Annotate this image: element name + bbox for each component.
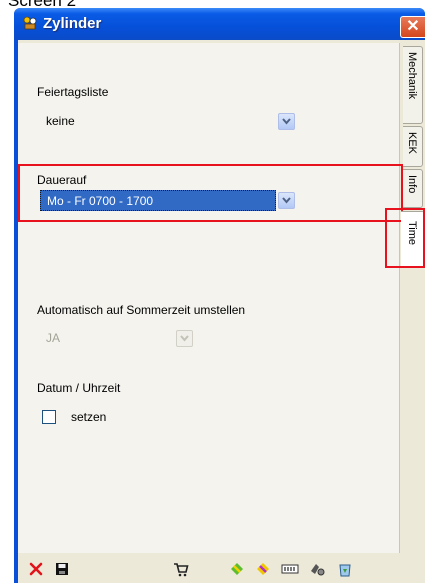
tab-kek[interactable]: KEK — [403, 126, 423, 167]
zylinder-window: Zylinder ✕ Feiertagsliste keine Dauerauf… — [14, 8, 425, 583]
transfer-green-icon[interactable] — [228, 560, 246, 578]
holiday-list-label: Feiertagsliste — [37, 85, 109, 99]
dst-value: JA — [46, 331, 61, 345]
window-client: Feiertagsliste keine Dauerauf Mo - Fr 07… — [18, 40, 425, 583]
set-datetime-label: setzen — [71, 410, 107, 424]
dst-label: Automatisch auf Sommerzeit umstellen — [37, 303, 246, 317]
save-icon[interactable] — [53, 560, 71, 578]
datetime-label: Datum / Uhrzeit — [37, 381, 121, 395]
title-bar: Zylinder ✕ — [14, 8, 425, 40]
app-icon — [23, 16, 37, 30]
time-panel: Feiertagsliste keine Dauerauf Mo - Fr 07… — [18, 43, 403, 553]
tab-info[interactable]: Info — [403, 169, 423, 208]
chevron-down-icon[interactable] — [278, 192, 295, 209]
set-datetime-checkbox[interactable] — [42, 410, 56, 424]
window-title: Zylinder — [43, 15, 102, 32]
holiday-list-value: keine — [46, 114, 75, 128]
chevron-down-icon[interactable] — [278, 113, 295, 130]
recycle-icon[interactable] — [336, 560, 354, 578]
permanent-open-label: Dauerauf — [37, 173, 87, 187]
screen-caption: Screen 2 — [0, 0, 76, 8]
holiday-list-select[interactable]: keine — [40, 111, 295, 132]
dst-select[interactable]: JA — [40, 328, 196, 349]
transfer-yellow-icon[interactable] — [254, 560, 272, 578]
permanent-open-value: Mo - Fr 0700 - 1700 — [40, 190, 276, 211]
chevron-down-icon[interactable] — [176, 330, 193, 347]
screen: Screen 2 Zylinder ✕ Feiertagsliste keine — [0, 0, 425, 583]
bottom-toolbar — [18, 556, 425, 583]
permanent-open-select[interactable]: Mo - Fr 0700 - 1700 — [40, 190, 295, 211]
time-tab-highlight — [385, 208, 425, 268]
side-tabs: Mechanik KEK Info Time — [401, 43, 425, 553]
transponder-icon[interactable] — [308, 560, 326, 578]
close-button[interactable]: ✕ — [400, 16, 425, 38]
tab-mechanik[interactable]: Mechanik — [403, 46, 423, 124]
binary-icon[interactable] — [281, 560, 299, 578]
delete-icon[interactable] — [27, 560, 45, 578]
cart-icon[interactable] — [172, 560, 190, 578]
